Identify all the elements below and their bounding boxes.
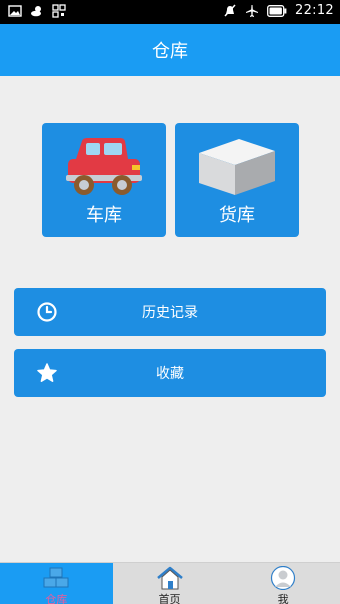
profile-icon [271, 566, 296, 590]
tab-profile-label: 我 [277, 593, 289, 604]
tab-warehouse[interactable]: 仓库 [0, 563, 113, 604]
airplane-icon [246, 4, 259, 17]
app-bar: 仓库 [0, 24, 340, 76]
box-icon [199, 139, 275, 195]
weather-icon [31, 6, 41, 17]
tab-home[interactable]: 首页 [113, 563, 227, 604]
tab-home-label: 首页 [158, 593, 181, 604]
garage-tile[interactable]: 车库 [42, 123, 166, 237]
bottom-tab-bar: 仓库 首页 我 [0, 562, 340, 604]
history-label: 历史记录 [142, 305, 198, 321]
favorites-label: 收藏 [156, 366, 184, 382]
status-time: 22:12 [295, 3, 334, 18]
warehouse-tile-label: 货库 [219, 205, 255, 226]
mute-icon [224, 3, 236, 17]
home-icon [156, 566, 183, 590]
car-icon [66, 138, 142, 195]
favorites-button[interactable]: 收藏 [14, 349, 326, 397]
history-button[interactable]: 历史记录 [14, 288, 326, 336]
warehouse-icon [43, 567, 69, 588]
tab-profile[interactable]: 我 [226, 563, 340, 604]
warehouse-tile[interactable]: 货库 [175, 123, 299, 237]
qr-icon [52, 4, 66, 18]
battery-icon [267, 4, 287, 17]
garage-tile-label: 车库 [86, 205, 122, 226]
tab-warehouse-label: 仓库 [45, 593, 68, 604]
page-title: 仓库 [152, 41, 188, 62]
image-icon [8, 5, 22, 17]
status-bar: 22:12 [0, 0, 340, 24]
